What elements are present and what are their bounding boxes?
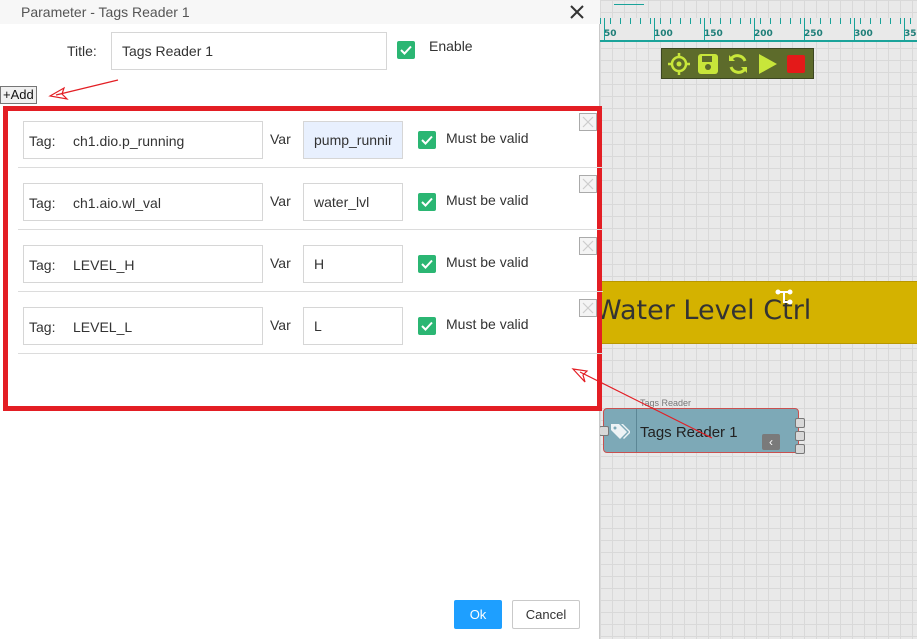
tag-value: ch1.dio.p_running [73, 133, 185, 149]
close-icon [582, 116, 594, 128]
ruler-tick: 100 [654, 29, 673, 39]
tag-value: LEVEL_H [73, 257, 135, 273]
remove-tag-button[interactable] [579, 175, 597, 193]
play-icon[interactable] [754, 51, 779, 77]
tag-label: Tag: [29, 133, 56, 149]
remove-tag-button[interactable] [579, 299, 597, 317]
check-icon [421, 321, 433, 331]
dialog-header[interactable]: Parameter - Tags Reader 1 [0, 0, 600, 24]
tag-label: Tag: [29, 195, 56, 211]
ruler-tick: 150 [704, 29, 723, 39]
check-icon [421, 259, 433, 269]
dialog-title: Parameter - Tags Reader 1 [21, 4, 190, 20]
tag-label: Tag: [29, 319, 56, 335]
check-icon [421, 135, 433, 145]
ruler-tick: 200 [754, 29, 773, 39]
var-label: Var [270, 255, 291, 271]
canvas-toolbar [661, 48, 814, 79]
var-input[interactable] [303, 121, 403, 159]
tag-row: Tag: ch1.dio.p_running Var Must be valid [18, 111, 603, 168]
var-label: Var [270, 193, 291, 209]
title-label: Title: [67, 43, 97, 59]
tag-row: Tag: LEVEL_L Var Must be valid [18, 297, 603, 354]
tag-row: Tag: ch1.aio.wl_val Var Must be valid [18, 173, 603, 230]
must-be-valid-checkbox[interactable] [418, 317, 436, 335]
var-input[interactable] [303, 245, 403, 283]
ruler-tick: 250 [804, 29, 823, 39]
node-label: Tags Reader 1 [640, 424, 738, 441]
tags-reader-node[interactable]: Tags Reader 1 ‹ [603, 408, 799, 453]
must-be-valid-checkbox[interactable] [418, 131, 436, 149]
ruler-marker [608, 0, 648, 8]
title-input[interactable] [111, 32, 387, 70]
flow-branch-icon[interactable] [774, 288, 794, 306]
node-output-port[interactable] [795, 431, 805, 441]
tag-label: Tag: [29, 257, 56, 273]
parameter-dialog: Parameter - Tags Reader 1 Title: Enable … [0, 0, 603, 639]
must-be-valid-label: Must be valid [446, 192, 529, 208]
tag-field[interactable]: Tag: ch1.aio.wl_val [23, 183, 263, 221]
horizontal-ruler: 50 100 150 200 250 300 350 [600, 18, 917, 42]
must-be-valid-label: Must be valid [446, 316, 529, 332]
tag-field[interactable]: Tag: LEVEL_H [23, 245, 263, 283]
close-icon [582, 178, 594, 190]
remove-tag-button[interactable] [579, 237, 597, 255]
ruler-tick: 350 [904, 29, 917, 39]
tag-value: ch1.aio.wl_val [73, 195, 161, 211]
target-icon[interactable] [666, 51, 691, 77]
remove-tag-button[interactable] [579, 113, 597, 131]
must-be-valid-label: Must be valid [446, 254, 529, 270]
var-label: Var [270, 131, 291, 147]
must-be-valid-label: Must be valid [446, 130, 529, 146]
ok-button[interactable]: Ok [454, 600, 502, 629]
chevron-left-icon[interactable]: ‹ [762, 434, 780, 450]
node-output-port[interactable] [795, 418, 805, 428]
tag-value: LEVEL_L [73, 319, 133, 335]
tags-list: Tag: ch1.dio.p_running Var Must be valid… [3, 106, 603, 411]
cancel-button[interactable]: Cancel [512, 600, 580, 629]
var-label: Var [270, 317, 291, 333]
var-input[interactable] [303, 307, 403, 345]
tag-row: Tag: LEVEL_H Var Must be valid [18, 235, 603, 292]
stop-icon[interactable] [784, 51, 809, 77]
tag-field[interactable]: Tag: ch1.dio.p_running [23, 121, 263, 159]
close-icon[interactable] [568, 3, 586, 21]
enable-label: Enable [429, 38, 473, 54]
ruler-tick: 300 [854, 29, 873, 39]
check-icon [400, 45, 412, 55]
node-input-port[interactable] [599, 426, 609, 436]
add-tag-button[interactable]: +Add [0, 86, 37, 104]
close-icon [582, 240, 594, 252]
node-output-port[interactable] [795, 444, 805, 454]
must-be-valid-checkbox[interactable] [418, 193, 436, 211]
refresh-icon[interactable] [725, 51, 750, 77]
save-icon[interactable] [695, 51, 720, 77]
node-caption: Tags Reader [640, 398, 692, 408]
must-be-valid-checkbox[interactable] [418, 255, 436, 273]
var-input[interactable] [303, 183, 403, 221]
ruler-tick: 50 [604, 29, 617, 39]
tag-field[interactable]: Tag: LEVEL_L [23, 307, 263, 345]
check-icon [421, 197, 433, 207]
enable-checkbox[interactable] [397, 41, 415, 59]
close-icon [582, 302, 594, 314]
